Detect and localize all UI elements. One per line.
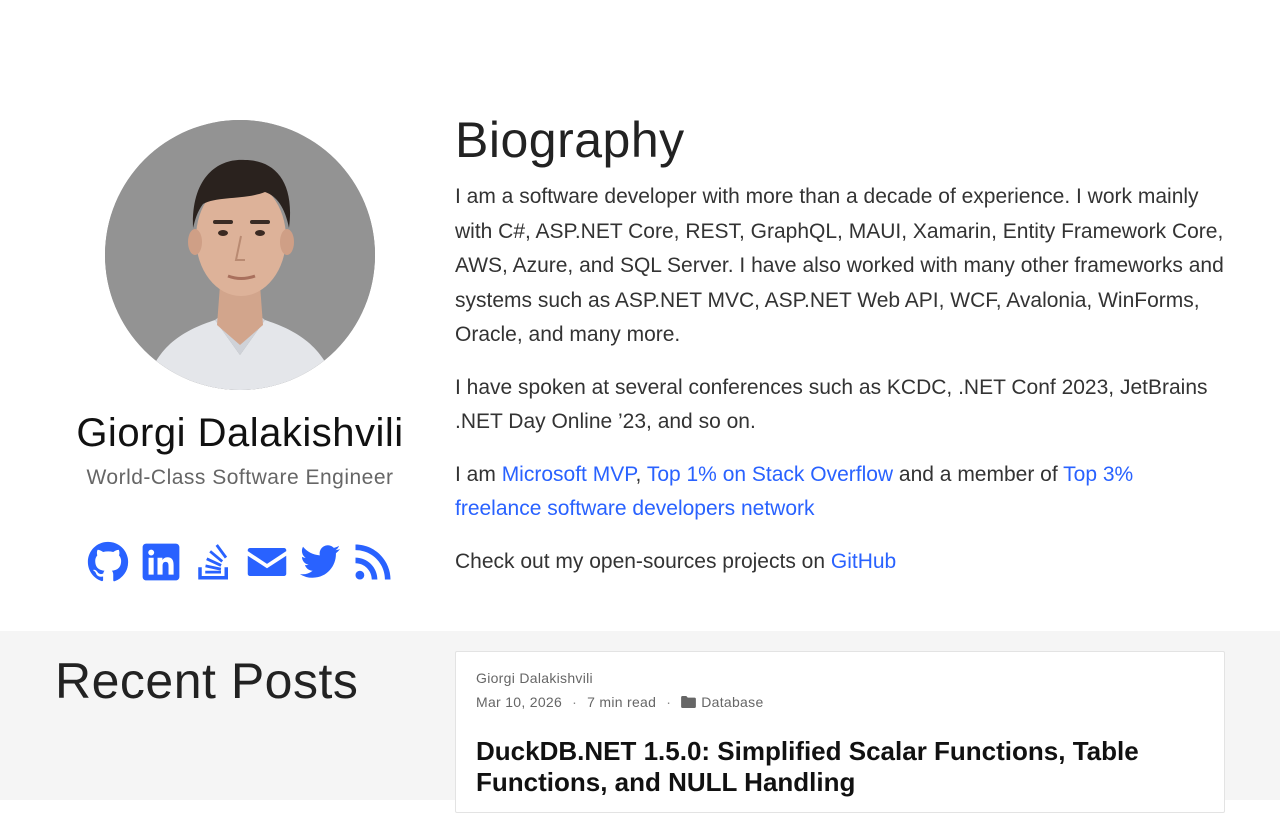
bio-paragraph-conferences: I have spoken at several conferences suc…: [455, 375, 1208, 434]
github-icon: [87, 541, 128, 581]
rss-link[interactable]: [351, 540, 394, 583]
meta-separator: ·: [666, 694, 672, 710]
linkedin-icon: [142, 543, 179, 580]
meta-separator: ·: [572, 694, 578, 710]
post-read-time: 7 min read: [587, 694, 657, 710]
bio-paragraph-opensource: Check out my open-sources projects on Gi…: [455, 545, 1225, 580]
recent-posts-section: Recent Posts Giorgi Dalakishvili Mar 10,…: [0, 631, 1280, 813]
bio-section: Giorgi Dalakishvili World-Class Software…: [0, 0, 1280, 631]
post-meta: Mar 10, 2026 · 7 min read · Database: [476, 694, 764, 710]
envelope-icon: [247, 547, 286, 576]
avatar: [105, 120, 375, 390]
opensource-prefix: Check out my open-sources projects on: [455, 549, 831, 573]
biography: Biography I am a software developer with…: [455, 112, 1225, 579]
github-link[interactable]: [86, 540, 129, 583]
post-date: Mar 10, 2026: [476, 694, 563, 710]
recent-posts-heading: Recent Posts: [55, 653, 359, 709]
profile-card: Giorgi Dalakishvili World-Class Software…: [55, 120, 425, 583]
twitter-link[interactable]: [298, 540, 341, 583]
biography-heading: Biography: [455, 112, 685, 168]
stackexchange-link[interactable]: [192, 540, 235, 583]
email-link[interactable]: [245, 540, 288, 583]
folder-icon: [681, 696, 697, 708]
credentials-middle: and a member of: [893, 462, 1064, 486]
credentials-prefix: I am: [455, 462, 502, 486]
microsoft-mvp-link[interactable]: Microsoft MVP: [502, 463, 636, 486]
github-profile-link[interactable]: GitHub: [831, 550, 896, 573]
post-card[interactable]: Giorgi Dalakishvili Mar 10, 2026 · 7 min…: [455, 651, 1225, 813]
post-category[interactable]: Database: [701, 694, 763, 710]
twitter-icon: [299, 544, 340, 578]
post-author[interactable]: Giorgi Dalakishvili: [476, 670, 593, 686]
stackoverflow-link[interactable]: Top 1% on Stack Overflow: [647, 463, 893, 486]
rss-icon: [355, 544, 390, 579]
profile-role: World-Class Software Engineer: [86, 466, 394, 489]
profile-name: Giorgi Dalakishvili: [76, 411, 404, 455]
social-links: [55, 540, 425, 583]
credentials-separator: ,: [635, 462, 647, 486]
post-title[interactable]: DuckDB.NET 1.5.0: Simplified Scalar Func…: [476, 736, 1196, 798]
bio-paragraph-experience: I am a software developer with more than…: [455, 185, 1224, 346]
stackexchange-icon: [197, 543, 228, 579]
linkedin-link[interactable]: [139, 540, 182, 583]
bio-paragraph-credentials: I am Microsoft MVP, Top 1% on Stack Over…: [455, 458, 1225, 527]
